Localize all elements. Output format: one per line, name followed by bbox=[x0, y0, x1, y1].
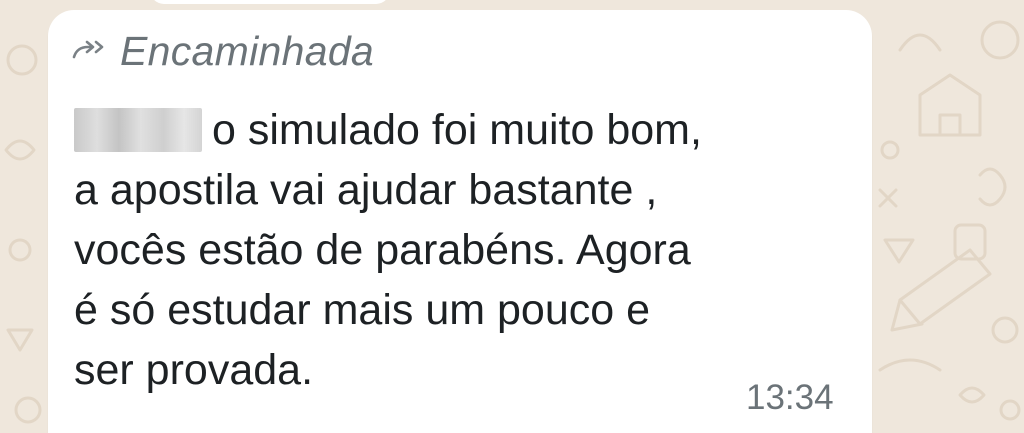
redacted-name bbox=[74, 108, 202, 152]
message-line-2: a apostila vai ajudar bastante , bbox=[74, 166, 658, 214]
message-text: o simulado foi muito bom, a apostila vai… bbox=[74, 100, 844, 400]
previous-bubble-edge bbox=[150, 0, 390, 4]
message-line-1: o simulado foi muito bom, bbox=[74, 100, 844, 160]
message-line-5: ser provada. bbox=[74, 346, 314, 394]
forwarded-label: Encaminhada bbox=[120, 27, 375, 74]
message-timestamp: 13:34 bbox=[746, 378, 834, 417]
forwarded-header: Encaminhada bbox=[72, 26, 374, 76]
message-line-1-text: o simulado foi muito bom, bbox=[212, 106, 702, 154]
message-line-4: é só estudar mais um pouco e bbox=[74, 286, 651, 334]
forward-arrows-icon bbox=[72, 40, 104, 59]
message-line-3: vocês estão de parabéns. Agora bbox=[74, 226, 691, 274]
